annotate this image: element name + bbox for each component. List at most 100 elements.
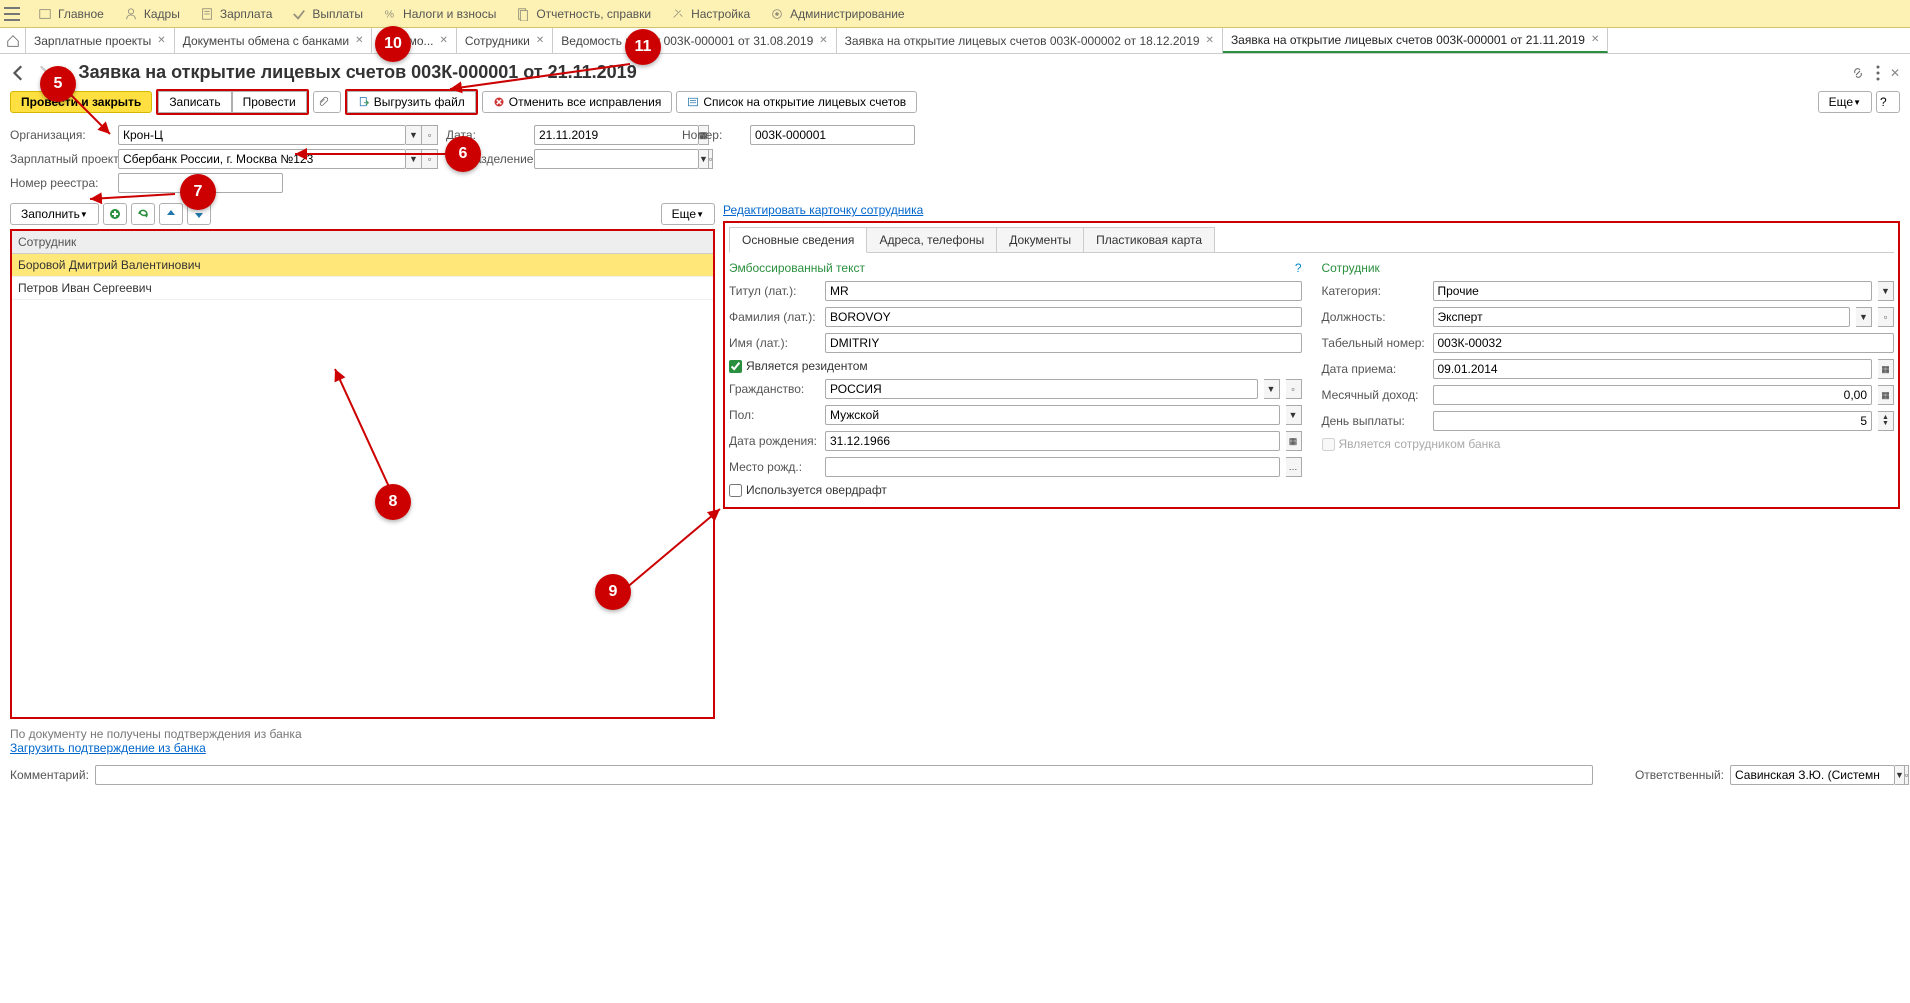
close-icon[interactable]: ✕ (440, 35, 448, 46)
detail-tab-card[interactable]: Пластиковая карта (1083, 227, 1215, 252)
add-button[interactable] (103, 203, 127, 225)
resident-checkbox[interactable] (729, 360, 742, 373)
calendar-icon[interactable]: ▦ (1286, 431, 1302, 451)
birth-field[interactable] (825, 431, 1280, 451)
help-icon[interactable]: ? (1295, 261, 1302, 275)
favorite-icon[interactable]: ★ (58, 63, 72, 83)
tab-2[interactable]: Ведомо...✕ (372, 28, 456, 53)
spinner-icon[interactable]: ▲▼ (1878, 411, 1894, 431)
citizenship-field[interactable] (825, 379, 1258, 399)
close-icon[interactable]: ✕ (157, 35, 165, 46)
post-close-button[interactable]: Провести и закрыть (10, 91, 152, 113)
close-icon[interactable]: ✕ (1206, 35, 1214, 46)
cancel-fixes-button[interactable]: Отменить все исправления (482, 91, 673, 113)
dropdown-icon[interactable]: ▼ (1264, 379, 1280, 399)
overdraft-checkbox[interactable] (729, 484, 742, 497)
write-button[interactable]: Записать (158, 91, 231, 113)
menu-staff[interactable]: Кадры (114, 0, 190, 27)
more-button[interactable]: Еще ▼ (1818, 91, 1872, 113)
close-icon[interactable]: ✕ (819, 35, 827, 46)
position-label: Должность: (1322, 310, 1427, 324)
table-more-button[interactable]: Еще ▼ (661, 203, 715, 225)
income-field[interactable] (1433, 385, 1873, 405)
kebab-icon[interactable] (1876, 65, 1880, 81)
detail-tab-addresses[interactable]: Адреса, телефоны (866, 227, 997, 252)
up-button[interactable] (159, 203, 183, 225)
menu-main[interactable]: Главное (28, 0, 114, 27)
calc-icon[interactable]: ▦ (1878, 385, 1894, 405)
table-row[interactable]: Петров Иван Сергеевич (12, 277, 713, 300)
tabnum-field[interactable] (1433, 333, 1895, 353)
back-arrow-icon[interactable] (10, 64, 28, 82)
num-field[interactable] (750, 125, 900, 145)
fill-button[interactable]: Заполнить ▼ (10, 203, 99, 225)
surname-lat-field[interactable] (825, 307, 1302, 327)
open-icon[interactable]: ▫ (709, 149, 713, 169)
birthplace-label: Место рожд.: (729, 460, 819, 474)
refresh-button[interactable] (131, 203, 155, 225)
menu-payments[interactable]: Выплаты (282, 0, 373, 27)
table-row[interactable]: Боровой Дмитрий Валентинович (12, 254, 713, 277)
proj-field[interactable]: ▼ ▫ (118, 149, 438, 169)
category-field[interactable] (1433, 281, 1873, 301)
export-file-button[interactable]: Выгрузить файл (347, 91, 476, 113)
close-icon[interactable]: ✕ (1591, 34, 1599, 45)
menu-taxes[interactable]: %Налоги и взносы (373, 0, 506, 27)
calendar-icon[interactable]: ▦ (1878, 359, 1894, 379)
payday-label: День выплаты: (1322, 414, 1427, 428)
open-icon[interactable]: ▫ (1878, 307, 1894, 327)
burger-icon[interactable] (4, 7, 20, 21)
dept-field[interactable]: ▼ ▫ (534, 149, 699, 169)
close-icon[interactable]: ✕ (355, 35, 363, 46)
forward-arrow-icon[interactable] (34, 64, 52, 82)
help-button[interactable]: ? (1876, 91, 1900, 113)
accounts-list-button[interactable]: Список на открытие лицевых счетов (676, 91, 917, 113)
home-tab[interactable] (0, 28, 26, 53)
link-icon[interactable] (1850, 65, 1866, 81)
dropdown-icon[interactable]: ▼ (1286, 405, 1302, 425)
comment-field[interactable] (95, 765, 1593, 785)
resp-field[interactable] (1730, 765, 1895, 785)
close-icon[interactable]: ✕ (1890, 66, 1900, 80)
position-field[interactable] (1433, 307, 1851, 327)
load-confirm-link[interactable]: Загрузить подтверждение из банка (10, 741, 206, 755)
close-icon[interactable]: ✕ (536, 35, 544, 46)
tab-6[interactable]: Заявка на открытие лицевых счетов 003К-0… (1223, 28, 1608, 53)
title-lat-field[interactable] (825, 281, 1302, 301)
org-field[interactable]: ▼ ▫ (118, 125, 438, 145)
open-icon[interactable]: ▫ (422, 125, 438, 145)
reestr-field[interactable] (118, 173, 198, 193)
tab-4[interactable]: Ведомость в банк 003К-000001 от 31.08.20… (553, 28, 836, 53)
name-lat-field[interactable] (825, 333, 1302, 353)
menu-settings[interactable]: Настройка (661, 0, 760, 27)
edit-card-link[interactable]: Редактировать карточку сотрудника (723, 203, 923, 217)
dropdown-icon[interactable]: ▼ (1895, 765, 1905, 785)
attach-button[interactable] (313, 91, 341, 113)
tab-5[interactable]: Заявка на открытие лицевых счетов 003К-0… (837, 28, 1223, 53)
post-button[interactable]: Провести (232, 91, 307, 113)
hiredate-field[interactable] (1433, 359, 1873, 379)
tab-3[interactable]: Сотрудники✕ (457, 28, 553, 53)
dropdown-icon[interactable]: ▼ (406, 125, 422, 145)
dropdown-icon[interactable]: ▼ (1878, 281, 1894, 301)
sex-field[interactable] (825, 405, 1280, 425)
menu-admin[interactable]: Администрирование (760, 0, 914, 27)
down-button[interactable] (187, 203, 211, 225)
birthplace-field[interactable] (825, 457, 1280, 477)
detail-tab-main[interactable]: Основные сведения (729, 227, 867, 253)
tab-0[interactable]: Зарплатные проекты✕ (26, 28, 175, 53)
dropdown-icon[interactable]: ▼ (1856, 307, 1872, 327)
open-icon[interactable]: ▫ (1286, 379, 1302, 399)
dropdown-icon[interactable]: ▼ (699, 149, 709, 169)
tab-1[interactable]: Документы обмена с банками✕ (175, 28, 373, 53)
open-icon[interactable]: ▫ (422, 149, 438, 169)
payday-field[interactable] (1433, 411, 1873, 431)
menu-reports[interactable]: Отчетность, справки (506, 0, 661, 27)
ellipsis-icon[interactable]: … (1286, 457, 1302, 477)
detail-tab-docs[interactable]: Документы (996, 227, 1084, 252)
open-icon[interactable]: ▫ (1905, 765, 1909, 785)
dropdown-icon[interactable]: ▼ (406, 149, 422, 169)
comment-label: Комментарий: (10, 768, 89, 782)
menu-salary[interactable]: Зарплата (190, 0, 283, 27)
date-field[interactable]: ▦ (534, 125, 644, 145)
